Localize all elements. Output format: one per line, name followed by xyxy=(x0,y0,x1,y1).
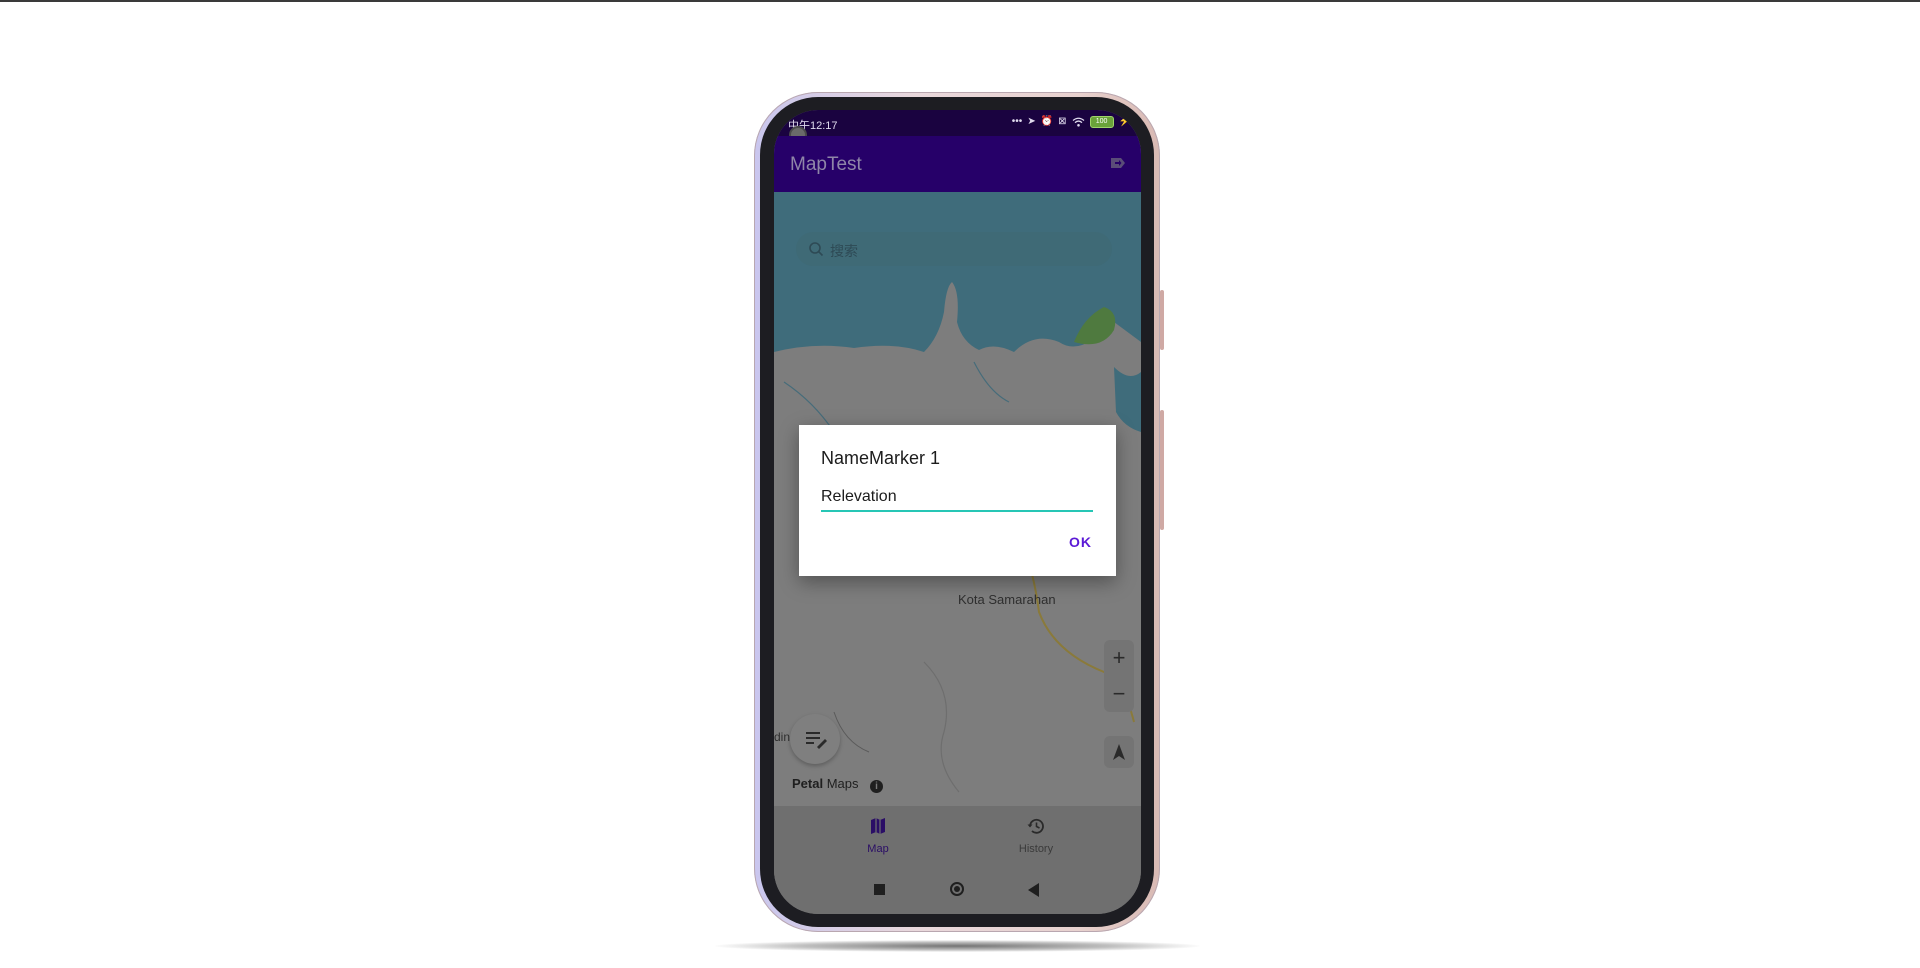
brand-rest: Maps xyxy=(823,776,859,791)
zoom-control: + − xyxy=(1104,640,1134,712)
top-border xyxy=(0,0,1920,2)
marker-list-button[interactable] xyxy=(790,714,840,764)
location-arrow-icon: ➤ xyxy=(1027,116,1036,127)
nav-item-history[interactable]: History xyxy=(996,816,1076,855)
history-icon xyxy=(1027,818,1044,834)
name-marker-dialog: NameMarker 1 OK xyxy=(799,425,1116,576)
my-location-button[interactable] xyxy=(1104,736,1134,768)
brand-bold: Petal xyxy=(792,776,824,791)
system-navigation-bar xyxy=(774,868,1141,914)
phone-shadow xyxy=(715,940,1200,952)
charging-icon: ⚡ xyxy=(1118,116,1131,127)
nav-label-map: Map xyxy=(867,843,889,855)
more-dots-icon: ••• xyxy=(1011,116,1023,127)
app-bar: MapTest xyxy=(774,136,1141,192)
ok-button[interactable]: OK xyxy=(1069,534,1092,550)
back-button[interactable] xyxy=(1028,883,1039,897)
volume-button xyxy=(1160,290,1164,350)
battery-icon: 100 xyxy=(1089,116,1114,128)
alarm-icon: ⏰ xyxy=(1040,116,1054,127)
status-icons: ••• ➤ ⏰ ⊠ 100 ⚡ xyxy=(1012,116,1131,128)
info-icon[interactable]: i xyxy=(870,780,883,793)
bottom-navigation: Map History xyxy=(774,806,1141,868)
power-button xyxy=(1160,410,1164,530)
map-label-town: Kota Samarahan xyxy=(958,592,1056,607)
edit-list-icon xyxy=(806,732,827,749)
home-button[interactable] xyxy=(950,882,964,896)
marker-name-input[interactable] xyxy=(821,484,1093,512)
navigation-arrow-icon xyxy=(1113,744,1125,760)
zoom-in-button[interactable]: + xyxy=(1104,640,1134,676)
nav-item-map[interactable]: Map xyxy=(838,816,918,855)
dialog-title: NameMarker 1 xyxy=(821,448,941,468)
nav-label-history: History xyxy=(1018,843,1054,855)
petal-maps-logo: Petal Maps xyxy=(792,776,858,791)
no-sim-icon: ⊠ xyxy=(1058,116,1067,127)
search-bar[interactable]: 搜索 xyxy=(796,232,1112,266)
search-icon xyxy=(809,242,824,257)
status-bar: 中午12:17 ••• ➤ ⏰ ⊠ 100 ⚡ xyxy=(774,110,1141,144)
wifi-icon xyxy=(1072,117,1084,127)
map-icon xyxy=(871,818,885,834)
app-title: MapTest xyxy=(790,154,862,175)
recents-button[interactable] xyxy=(874,884,885,895)
search-placeholder: 搜索 xyxy=(830,243,858,259)
zoom-out-button[interactable]: − xyxy=(1104,676,1134,712)
directions-icon[interactable] xyxy=(1109,156,1127,172)
map-label-edge: din xyxy=(774,730,791,744)
